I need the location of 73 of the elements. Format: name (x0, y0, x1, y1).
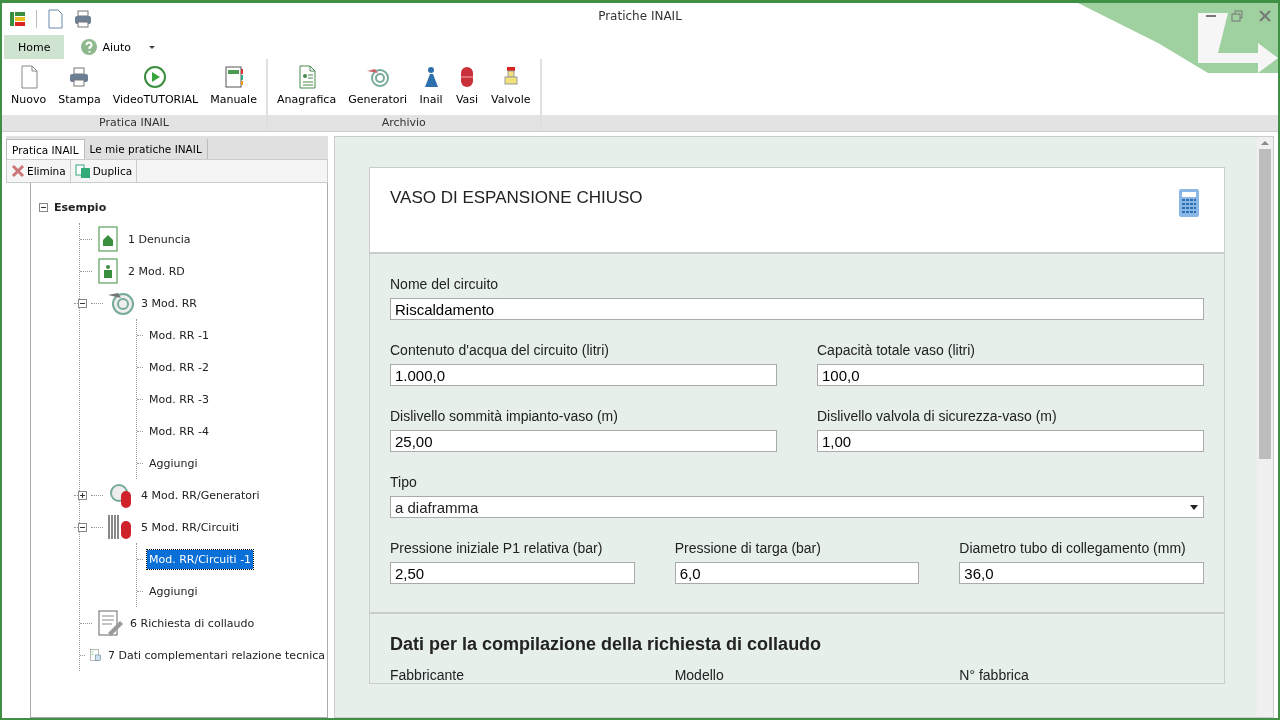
caret-icon (1189, 502, 1199, 512)
tree-item[interactable]: 3 Mod. RR (139, 293, 199, 313)
tree-item[interactable]: 2 Mod. RD (126, 261, 187, 281)
scrollbar[interactable] (1257, 137, 1273, 717)
ribbon-button[interactable]: Valvole (486, 63, 536, 115)
field-label: N° fabbrica (959, 667, 1030, 683)
ribbon-button[interactable]: Inail (414, 63, 449, 115)
menu-tab[interactable]: Aiuto (66, 35, 146, 59)
tree-item[interactable]: Aggiungi (147, 581, 200, 601)
tree-item[interactable]: 1 Denuncia (126, 229, 193, 249)
dropdown-field[interactable]: a diaframma (390, 496, 1204, 518)
tree-item[interactable]: 4 Mod. RR/Generatori (139, 485, 262, 505)
printer-icon (73, 9, 93, 29)
minimize-icon (1206, 15, 1216, 17)
tree-item[interactable]: 5 Mod. RR/Circuiti (139, 517, 242, 537)
toolbar-button[interactable]: Elimina (7, 160, 71, 182)
window-title: Pratiche INAIL (598, 9, 682, 23)
field-label: Pressione di targa (bar) (674, 540, 822, 556)
tree-item[interactable]: Mod. RR -1 (147, 325, 211, 345)
app-logo-icon (8, 9, 28, 29)
document-pen-icon (96, 609, 124, 637)
field-label: Nome del circuito (390, 276, 500, 292)
tree-item[interactable]: 6 Richiesta di collaudo (128, 613, 257, 633)
restore-icon (1230, 9, 1244, 23)
group-label: Archivio (267, 115, 540, 131)
delete-icon (11, 164, 25, 178)
ribbon-button[interactable]: Anagrafica (271, 63, 342, 115)
field-label: Dislivello sommità impianto-vaso (m) (390, 408, 619, 424)
field-label: Dislivello valvola di sicurezza-vaso (m) (817, 408, 1058, 424)
tree-item[interactable]: Mod. RR -3 (147, 389, 211, 409)
collapse-toggle[interactable] (78, 522, 87, 532)
tree-item[interactable]: Mod. RR -2 (147, 357, 211, 377)
field-label: Pressione iniziale P1 relativa (bar) (390, 540, 604, 556)
collapse-toggle[interactable] (39, 202, 48, 212)
duplicate-icon (74, 164, 91, 178)
play-icon (143, 65, 168, 89)
ribbon-button[interactable]: Manuale (205, 63, 262, 115)
document-icon (45, 9, 65, 29)
ribbon-button[interactable]: Nuovo (6, 63, 52, 115)
panel-tab[interactable]: Pratica INAIL (6, 139, 85, 159)
calculator-icon (1178, 188, 1200, 218)
close-icon (1258, 9, 1272, 23)
input-field[interactable]: 100,0 (817, 364, 1204, 386)
input-field[interactable]: 6,0 (674, 562, 920, 584)
help-icon (80, 38, 99, 56)
tree-item[interactable]: Mod. RR -4 (147, 421, 211, 441)
input-field[interactable]: 1.000,0 (390, 364, 777, 386)
group-label: Pratica INAIL (2, 115, 266, 131)
section-title: Dati per la compilazione della richiesta di collaudo (390, 634, 823, 655)
input-field[interactable]: 2,50 (390, 562, 635, 584)
tree-item[interactable]: 7 Dati complementari relazione tecnica (105, 645, 327, 665)
form-title: VASO DI ESPANSIONE CHIUSO (390, 188, 643, 209)
ribbon-button[interactable]: VideoTUTORIAL (107, 63, 204, 115)
field-label: Fabbricante (390, 667, 465, 683)
field-label: Modello (674, 667, 725, 683)
expand-toggle[interactable] (78, 490, 87, 500)
input-field[interactable]: 1,00 (817, 430, 1204, 452)
tree-item[interactable]: Esempio (52, 197, 109, 217)
field-label: Diametro tubo di collegamento (mm) (959, 540, 1187, 556)
field-label: Tipo (390, 474, 418, 490)
ribbon-button[interactable]: Vasi (450, 63, 485, 115)
input-field[interactable]: 25,00 (390, 430, 777, 452)
field-label: Capacità totale vaso (litri) (817, 342, 976, 358)
input-field[interactable]: Riscaldamento (390, 298, 1204, 320)
tree-item[interactable]: Aggiungi (147, 453, 200, 473)
field-label: Contenuto d'acqua del circuito (litri) (390, 342, 610, 358)
toolbar-button[interactable]: Duplica (70, 160, 138, 182)
tree-item[interactable]: Mod. RR/Circuiti -1 (147, 549, 254, 569)
ribbon-button[interactable]: Stampa (53, 63, 106, 115)
collapse-toggle[interactable] (78, 298, 87, 308)
ribbon-button[interactable]: Generatori (343, 63, 413, 115)
input-field[interactable]: 36,0 (959, 562, 1204, 584)
menu-tab[interactable]: Home (4, 35, 65, 59)
